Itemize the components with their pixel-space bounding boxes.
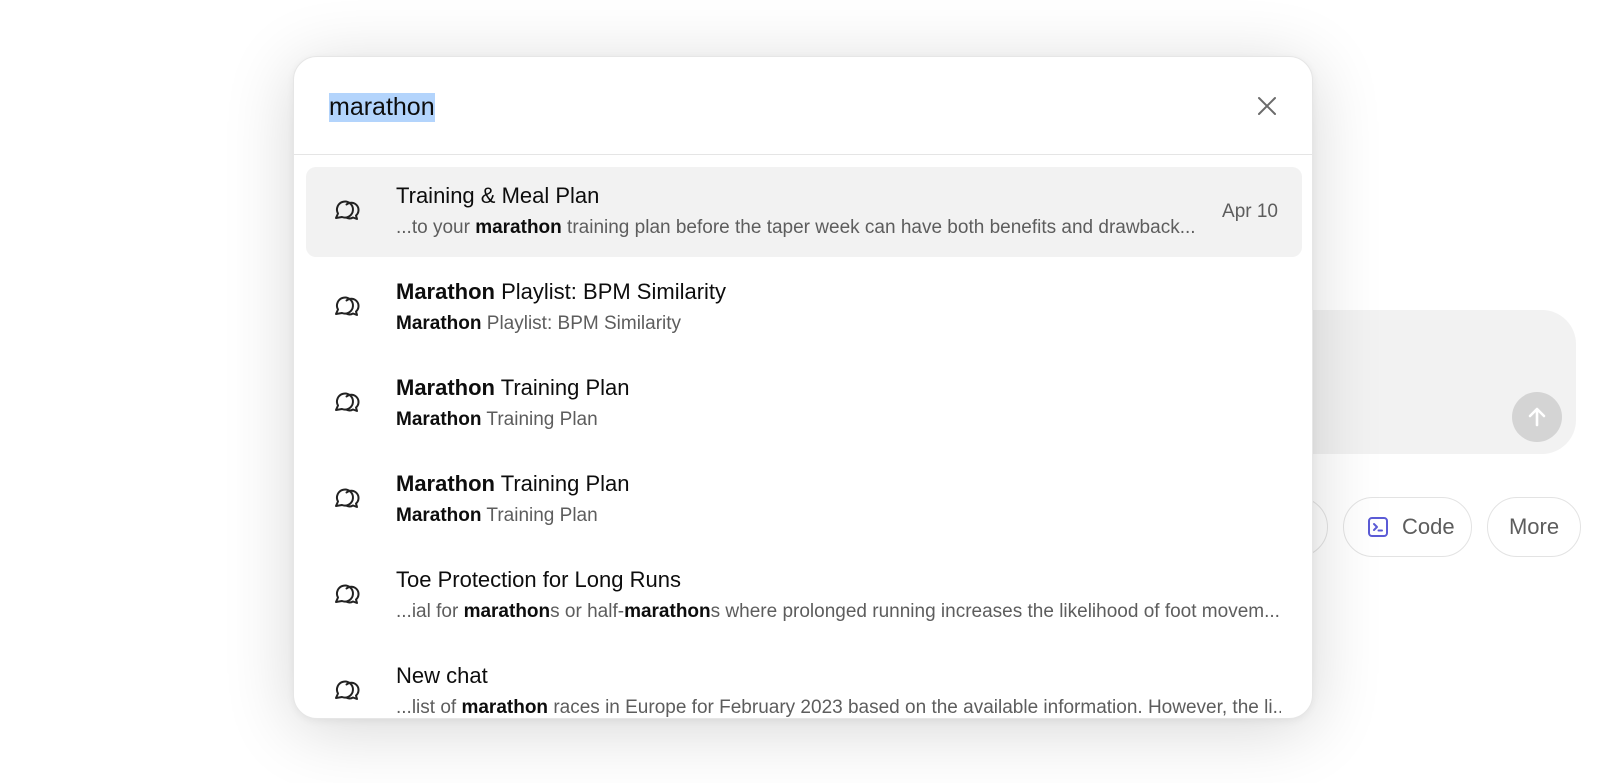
more-pill-button[interactable]: More [1487, 497, 1581, 557]
snippet-text: ...to your [396, 217, 476, 238]
snippet-highlight: marathon [624, 601, 711, 622]
title-highlight: Marathon [396, 375, 495, 400]
snippet-highlight: Marathon [396, 409, 482, 430]
search-result-item[interactable]: Marathon Playlist: BPM Similarity Maratho… [306, 263, 1302, 353]
chat-bubbles-icon [332, 196, 360, 224]
result-snippet: ...list of marathon races in Europe for … [396, 697, 1281, 718]
search-results-list: Training & Meal Plan ...to your marathon … [306, 167, 1302, 718]
title-text: Training & Meal Plan [396, 183, 600, 208]
result-snippet: Marathon Training Plan [396, 409, 1281, 431]
chat-bubbles-icon [332, 292, 360, 320]
search-input[interactable] [329, 88, 1209, 126]
result-title: Marathon Training Plan [396, 471, 630, 497]
snippet-highlight: Marathon [396, 505, 482, 526]
page: Code More Training & Meal Plan ...to your… [0, 0, 1600, 783]
snippet-highlight: marathon [463, 601, 551, 622]
snippet-text: Playlist: BPM Similarity [481, 313, 682, 334]
search-bar [294, 57, 1312, 155]
title-text: New chat [396, 663, 488, 688]
more-pill-label: More [1508, 514, 1560, 539]
snippet-highlight: Marathon [396, 313, 482, 334]
close-icon [1258, 97, 1276, 115]
snippet-text: Training Plan [481, 409, 598, 430]
title-highlight: Marathon [396, 279, 495, 304]
snippet-text: races in Europe for February 2023 based … [548, 697, 1281, 718]
code-pill-label: Code [1402, 514, 1455, 539]
result-title: Training & Meal Plan [396, 183, 599, 209]
title-text: Training Plan [495, 375, 630, 400]
title-text: Toe Protection for Long Runs [396, 567, 681, 592]
search-result-item[interactable]: Toe Protection for Long Runs ...ial for m… [306, 551, 1302, 641]
close-button[interactable] [1250, 89, 1284, 123]
snippet-text: s where prolonged running increases the … [710, 601, 1280, 622]
code-pill-button[interactable]: Code [1343, 497, 1472, 557]
search-result-item[interactable]: Marathon Training Plan Marathon Training … [306, 359, 1302, 449]
search-modal: Training & Meal Plan ...to your marathon … [293, 56, 1313, 719]
snippet-text: training plan before the taper week can … [561, 217, 1196, 238]
result-date: Apr 10 [1222, 201, 1278, 222]
snippet-text: ...ial for [396, 601, 464, 622]
title-text: Training Plan [495, 471, 630, 496]
arrow-up-icon [1528, 407, 1546, 427]
snippet-text: s or half- [550, 601, 625, 622]
chat-bubbles-icon [332, 676, 360, 704]
chat-bubbles-icon [332, 580, 360, 608]
result-snippet: ...ial for marathons or half-marathons w… [396, 601, 1281, 623]
result-snippet: Marathon Training Plan [396, 505, 1281, 527]
chat-bubbles-icon [332, 388, 360, 416]
result-snippet: Marathon Playlist: BPM Similarity [396, 313, 1281, 335]
result-title: New chat [396, 663, 488, 689]
snippet-text: Training Plan [481, 505, 598, 526]
search-result-item[interactable]: New chat ...list of marathon races in Eur… [306, 647, 1302, 718]
result-title: Marathon Playlist: BPM Similarity [396, 279, 726, 305]
title-text: Playlist: BPM Similarity [495, 279, 727, 304]
send-button[interactable] [1512, 392, 1562, 442]
result-title: Marathon Training Plan [396, 375, 630, 401]
snippet-highlight: marathon [475, 217, 562, 238]
code-terminal-icon [1368, 517, 1388, 537]
title-highlight: Marathon [396, 471, 495, 496]
chat-bubbles-icon [332, 484, 360, 512]
snippet-text: ...list of [396, 697, 462, 718]
search-result-item[interactable]: Training & Meal Plan ...to your marathon … [306, 167, 1302, 257]
snippet-highlight: marathon [461, 697, 549, 718]
search-result-item[interactable]: Marathon Training Plan Marathon Training … [306, 455, 1302, 545]
result-title: Toe Protection for Long Runs [396, 567, 681, 593]
result-snippet: ...to your marathon training plan before… [396, 217, 1196, 239]
